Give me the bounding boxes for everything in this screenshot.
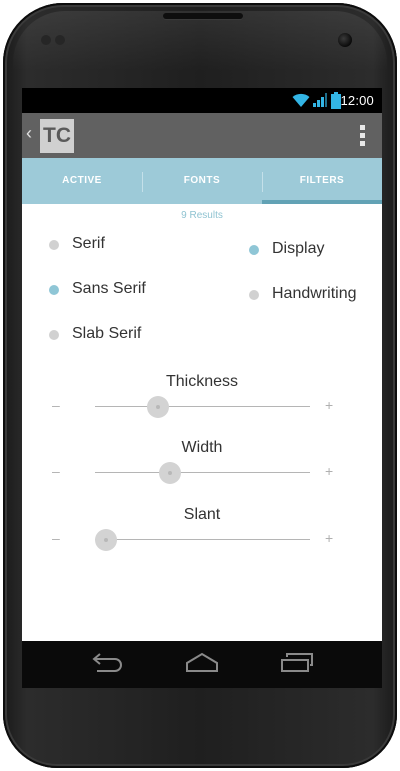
slant-slider[interactable]: – +: [22, 527, 382, 553]
tab-fonts[interactable]: FONTS: [142, 158, 262, 204]
filter-handwriting[interactable]: Handwriting: [249, 285, 374, 307]
thickness-label: Thickness: [165, 373, 239, 390]
unselected-dot-icon: [249, 290, 259, 300]
tab-filters[interactable]: FILTERS: [262, 158, 382, 204]
action-bar: ‹ TC: [22, 113, 382, 158]
status-time: 12:00: [340, 93, 374, 108]
filter-slab-serif[interactable]: Slab Serif: [49, 325, 199, 347]
app-logo[interactable]: TC: [40, 119, 74, 153]
unselected-dot-icon: [49, 330, 59, 340]
recent-apps-icon[interactable]: [279, 651, 315, 673]
minus-icon[interactable]: –: [52, 530, 60, 546]
slider-thumb[interactable]: [95, 529, 117, 551]
wifi-icon: [292, 93, 310, 107]
light-sensor: [55, 35, 65, 45]
slider-thumb[interactable]: [158, 462, 181, 484]
filter-label: Slab Serif: [72, 325, 142, 342]
screen: 12:00 ‹ TC ACTIVE FONTS FILTERS 9 Result…: [22, 88, 382, 688]
selected-dot-icon: [249, 245, 259, 255]
width-label: Width: [181, 439, 223, 456]
slant-label: Slant: [183, 506, 221, 523]
filter-label: Display: [272, 240, 325, 257]
minus-icon[interactable]: –: [52, 463, 60, 479]
plus-icon[interactable]: +: [325, 463, 333, 479]
tab-active[interactable]: ACTIVE: [22, 158, 142, 204]
phone-highlight: [13, 11, 387, 71]
status-bar: 12:00: [22, 88, 382, 113]
filters-panel: 9 Results Serif Sans Serif Slab Serif Di…: [22, 204, 382, 641]
front-camera: [338, 33, 352, 47]
results-count: 9 Results: [181, 210, 223, 221]
phone-frame: 12:00 ‹ TC ACTIVE FONTS FILTERS 9 Result…: [3, 3, 397, 768]
filter-sans-serif[interactable]: Sans Serif: [49, 280, 199, 302]
selected-dot-icon: [49, 285, 59, 295]
slider-track[interactable]: [95, 472, 310, 473]
filter-display[interactable]: Display: [249, 240, 374, 262]
slider-thumb[interactable]: [147, 396, 170, 418]
overflow-menu-icon[interactable]: [360, 125, 366, 147]
plus-icon[interactable]: +: [325, 530, 333, 546]
filter-label: Handwriting: [272, 285, 357, 302]
tab-bar: ACTIVE FONTS FILTERS: [22, 158, 382, 204]
navigation-bar: [22, 641, 382, 688]
slider-track[interactable]: [95, 539, 310, 540]
signal-icon: [313, 93, 327, 107]
unselected-dot-icon: [49, 240, 59, 250]
plus-icon[interactable]: +: [325, 397, 333, 413]
back-icon[interactable]: [89, 651, 123, 673]
earpiece-speaker: [163, 13, 243, 19]
slider-track[interactable]: [95, 406, 310, 407]
thickness-slider[interactable]: – +: [22, 394, 382, 420]
chevron-left-icon[interactable]: ‹: [26, 123, 32, 144]
filter-label: Sans Serif: [72, 280, 146, 297]
width-slider[interactable]: – +: [22, 460, 382, 486]
home-icon[interactable]: [184, 651, 220, 673]
minus-icon[interactable]: –: [52, 397, 60, 413]
filter-label: Serif: [72, 235, 105, 252]
filter-serif[interactable]: Serif: [49, 235, 199, 257]
proximity-sensor: [41, 35, 51, 45]
